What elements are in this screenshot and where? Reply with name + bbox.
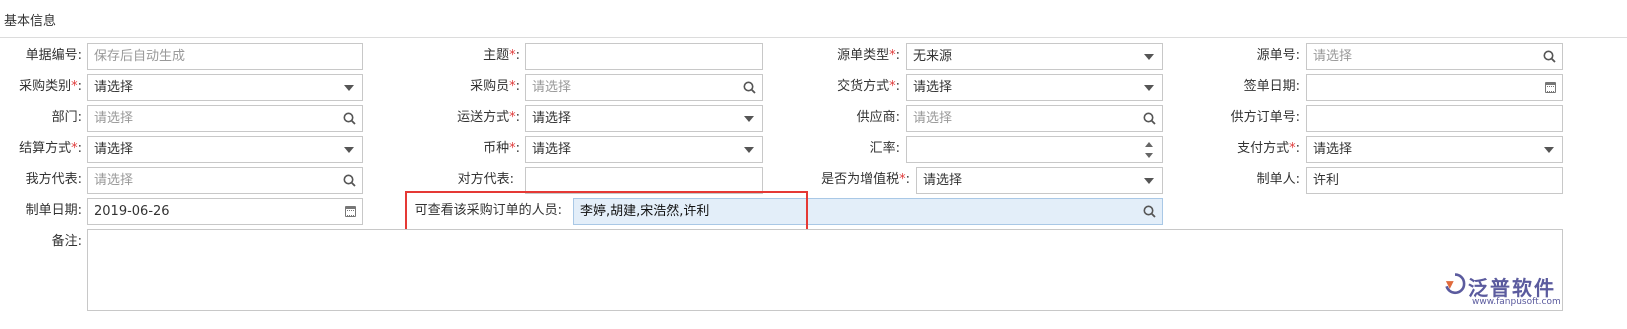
dept-label: 部门: [51, 110, 82, 125]
supplier-field[interactable]: 请选择 [906, 105, 1163, 132]
highlight-annotation [405, 191, 808, 231]
rate-label: 汇率: [869, 141, 900, 156]
remark-textarea[interactable] [87, 229, 1563, 311]
sign-date-field[interactable] [1306, 74, 1563, 101]
creator-value: 许利 [1313, 173, 1340, 188]
rate-spinner[interactable] [906, 136, 1163, 163]
chevron-down-icon [344, 147, 354, 153]
chevron-down-icon [744, 116, 754, 122]
sign-date-label: 签单日期: [1243, 79, 1300, 94]
currency-label: 币种*: [483, 141, 520, 156]
subject-input[interactable] [525, 43, 763, 70]
search-icon[interactable] [343, 112, 356, 125]
buyer-field[interactable]: 请选择 [525, 74, 763, 101]
search-icon[interactable] [1543, 50, 1556, 63]
create-date-value: 2019-06-26 [94, 204, 170, 219]
their-rep-label: 对方代表: [457, 172, 514, 187]
search-icon[interactable] [743, 81, 756, 94]
source-type-value: 无来源 [913, 49, 953, 64]
source-type-label: 源单类型*: [837, 48, 900, 63]
chevron-down-icon [1144, 54, 1154, 60]
our-rep-label: 我方代表: [25, 172, 82, 187]
search-icon[interactable] [343, 174, 356, 187]
supplier-order-input[interactable] [1306, 105, 1563, 132]
source-type-select[interactable]: 无来源 [906, 43, 1163, 70]
settlement-select[interactable]: 请选择 [87, 136, 363, 163]
source-no-field[interactable]: 请选择 [1306, 43, 1563, 70]
doc-no-value: 保存后自动生成 [94, 49, 186, 64]
section-header: 基本信息 [0, 0, 1627, 38]
chevron-down-icon [1144, 85, 1154, 91]
search-icon[interactable] [1143, 112, 1156, 125]
fanpu-logo-icon [1445, 273, 1466, 295]
buyer-label: 采购员*: [470, 79, 520, 94]
vat-select[interactable]: 请选择 [916, 167, 1163, 194]
supplier-label: 供应商: [856, 110, 900, 125]
spin-down-icon[interactable] [1145, 153, 1153, 158]
doc-no-field: 保存后自动生成 [87, 43, 363, 70]
purchase-cat-select[interactable]: 请选择 [87, 74, 363, 101]
currency-select[interactable]: 请选择 [525, 136, 763, 163]
supplier-order-label: 供方订单号: [1230, 110, 1300, 125]
section-title: 基本信息 [4, 14, 57, 29]
delivery-label: 交货方式*: [837, 79, 900, 94]
doc-no-label: 单据编号: [25, 48, 82, 63]
vat-label: 是否为增值税*: [821, 172, 910, 187]
shipping-label: 运送方式*: [457, 110, 520, 125]
settlement-label: 结算方式*: [19, 141, 82, 156]
delivery-select[interactable]: 请选择 [906, 74, 1163, 101]
our-rep-field[interactable]: 请选择 [87, 167, 363, 194]
calendar-icon[interactable] [345, 206, 356, 217]
subject-label: 主题*: [483, 48, 520, 63]
spin-up-icon[interactable] [1145, 142, 1153, 147]
payment-label: 支付方式*: [1237, 141, 1300, 156]
calendar-icon[interactable] [1545, 82, 1556, 93]
remark-label: 备注: [51, 234, 82, 249]
creator-label: 制单人: [1256, 172, 1300, 187]
create-date-label: 制单日期: [25, 203, 82, 218]
chevron-down-icon [1544, 147, 1554, 153]
chevron-down-icon [744, 147, 754, 153]
logo-url: www.fanpusoft.com [1472, 297, 1561, 307]
chevron-down-icon [1144, 178, 1154, 184]
creator-field: 许利 [1306, 167, 1563, 194]
source-no-label: 源单号: [1256, 48, 1300, 63]
purchase-cat-label: 采购类别*: [19, 79, 82, 94]
their-rep-input[interactable] [525, 167, 763, 194]
dept-field[interactable]: 请选择 [87, 105, 363, 132]
create-date-field[interactable]: 2019-06-26 [87, 198, 363, 225]
search-icon[interactable] [1143, 205, 1156, 218]
payment-select[interactable]: 请选择 [1306, 136, 1563, 163]
shipping-select[interactable]: 请选择 [525, 105, 763, 132]
chevron-down-icon [344, 85, 354, 91]
